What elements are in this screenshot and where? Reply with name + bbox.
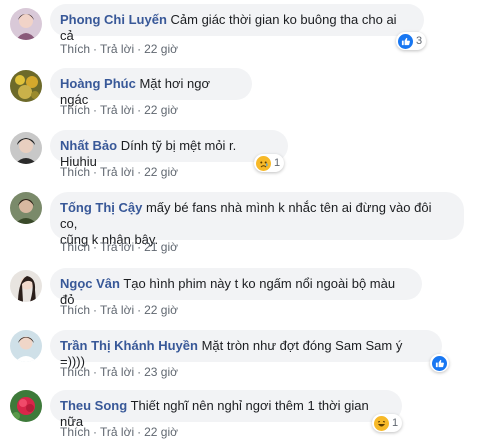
comment-bubble: Phong Chi Luyến Cảm giác thời gian ko bu… bbox=[50, 4, 424, 43]
like-link[interactable]: Thích bbox=[60, 103, 90, 117]
sad-reaction-icon bbox=[256, 155, 271, 171]
like-link[interactable]: Thích bbox=[60, 42, 90, 56]
reply-link[interactable]: Trả lời bbox=[100, 365, 134, 379]
comment-bubble: Hoàng Phúc Mặt hơi ngơ ngác bbox=[50, 68, 252, 107]
like-link[interactable]: Thích bbox=[60, 303, 90, 317]
reply-link[interactable]: Trả lời bbox=[100, 42, 134, 56]
comment-time[interactable]: 21 giờ bbox=[144, 240, 178, 254]
avatar[interactable] bbox=[10, 390, 42, 422]
comment-actions: Thích · Trả lời · 22 giờ bbox=[60, 425, 178, 439]
comment-author[interactable]: Theu Song bbox=[60, 398, 127, 413]
comment-actions: Thích · Trả lời · 22 giờ bbox=[60, 103, 178, 117]
comment-author[interactable]: Phong Chi Luyến bbox=[60, 12, 167, 27]
comment-author[interactable]: Trần Thị Khánh Huyền bbox=[60, 338, 198, 353]
reaction-count: 1 bbox=[392, 417, 399, 429]
comment-time[interactable]: 22 giờ bbox=[144, 303, 178, 317]
comment-author[interactable]: Ngọc Vân bbox=[60, 276, 120, 291]
comment-actions: Thích · Trả lời · 22 giờ bbox=[60, 42, 178, 56]
comment-actions: Thích · Trả lời · 23 giờ bbox=[60, 365, 178, 379]
comment-bubble: Ngọc Vân Tạo hình phim này t ko ngấm nổi… bbox=[50, 268, 422, 307]
comment-bubble: Tống Thị Cậy mấy bé fans nhà mình k nhắc… bbox=[50, 192, 464, 247]
avatar[interactable] bbox=[10, 330, 42, 362]
reply-link[interactable]: Trả lời bbox=[100, 165, 134, 179]
reaction-badge[interactable] bbox=[430, 354, 449, 372]
like-link[interactable]: Thích bbox=[60, 425, 90, 439]
comment-author[interactable]: Nhất Bảo bbox=[60, 138, 117, 153]
reaction-count: 1 bbox=[274, 157, 281, 169]
avatar[interactable] bbox=[10, 70, 42, 102]
like-link[interactable]: Thích bbox=[60, 240, 90, 254]
comment-time[interactable]: 22 giờ bbox=[144, 103, 178, 117]
like-reaction-icon bbox=[398, 33, 413, 49]
haha-reaction-icon bbox=[374, 415, 389, 431]
comment-time[interactable]: 22 giờ bbox=[144, 42, 178, 56]
comment-actions: Thích · Trả lời · 21 giờ bbox=[60, 240, 178, 254]
reaction-count: 3 bbox=[416, 35, 423, 47]
comment-actions: Thích · Trả lời · 22 giờ bbox=[60, 165, 178, 179]
reply-link[interactable]: Trả lời bbox=[100, 425, 134, 439]
comment-bubble: Theu Song Thiết nghĩ nên nghỉ ngơi thêm … bbox=[50, 390, 402, 429]
comment-author[interactable]: Tống Thị Cậy bbox=[60, 200, 142, 215]
avatar[interactable] bbox=[10, 192, 42, 224]
comment-actions: Thích · Trả lời · 22 giờ bbox=[60, 303, 178, 317]
comment-bubble: Nhất Bảo Dính tỹ bị mệt mỏi r. Hiuhiu bbox=[50, 130, 288, 169]
reaction-badge[interactable]: 1 bbox=[254, 154, 285, 172]
reaction-badge[interactable]: 3 bbox=[396, 32, 427, 50]
avatar[interactable] bbox=[10, 132, 42, 164]
like-reaction-icon bbox=[432, 355, 447, 371]
comment-time[interactable]: 23 giờ bbox=[144, 365, 178, 379]
like-link[interactable]: Thích bbox=[60, 365, 90, 379]
avatar[interactable] bbox=[10, 270, 42, 302]
comment-list: Phong Chi Luyến Cảm giác thời gian ko bu… bbox=[0, 0, 498, 445]
comment-bubble: Trần Thị Khánh Huyền Mặt tròn như đợt đó… bbox=[50, 330, 442, 369]
comment-author[interactable]: Hoàng Phúc bbox=[60, 76, 136, 91]
reply-link[interactable]: Trả lời bbox=[100, 103, 134, 117]
like-link[interactable]: Thích bbox=[60, 165, 90, 179]
avatar[interactable] bbox=[10, 8, 42, 40]
reply-link[interactable]: Trả lời bbox=[100, 240, 134, 254]
comment-time[interactable]: 22 giờ bbox=[144, 425, 178, 439]
reaction-badge[interactable]: 1 bbox=[372, 414, 403, 432]
reply-link[interactable]: Trả lời bbox=[100, 303, 134, 317]
comment-time[interactable]: 22 giờ bbox=[144, 165, 178, 179]
